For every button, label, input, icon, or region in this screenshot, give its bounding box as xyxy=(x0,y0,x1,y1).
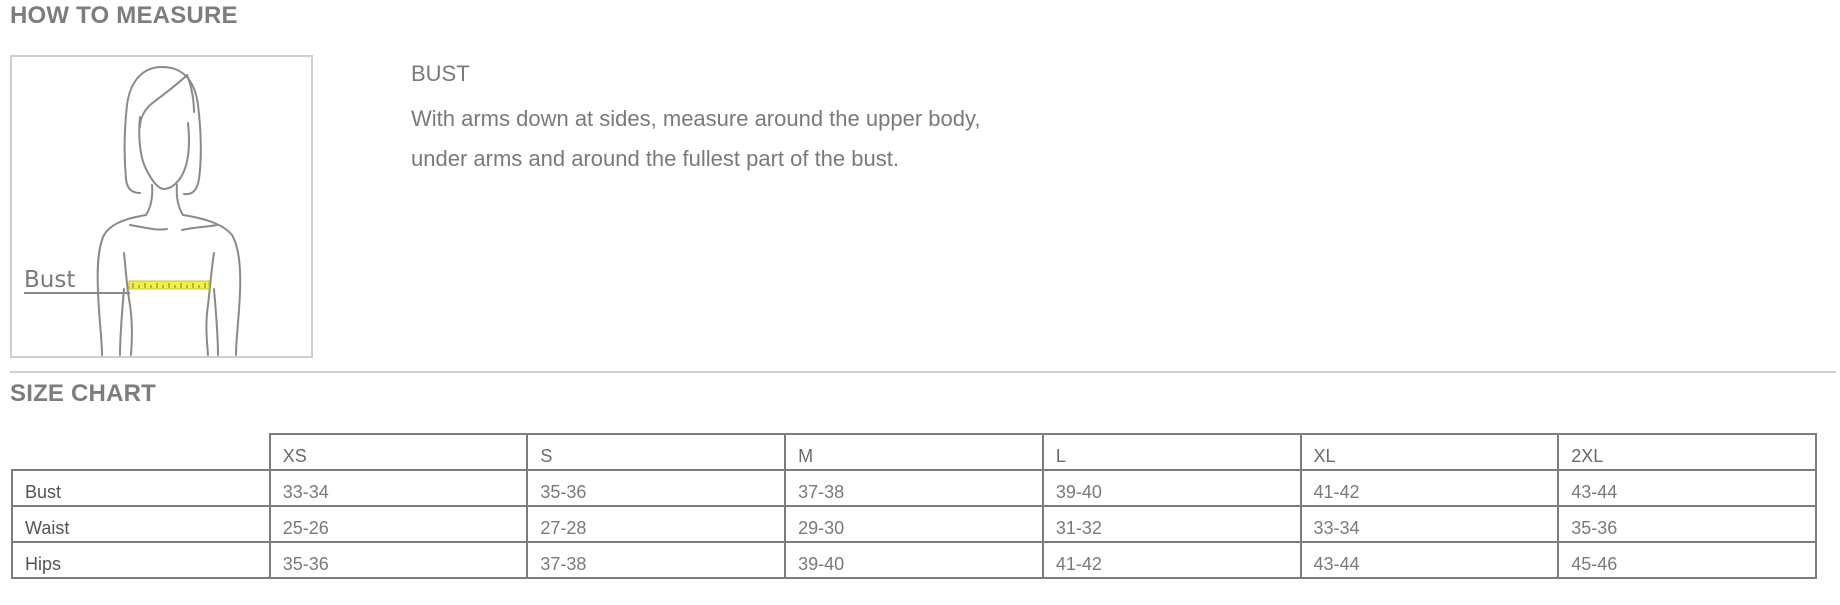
table-corner-cell xyxy=(12,434,271,471)
size-column-header: L xyxy=(1041,433,1302,471)
size-chart-heading: SIZE CHART xyxy=(10,380,156,407)
size-header-row: XS S M L XL 2XL xyxy=(12,433,1817,471)
table-cell: 37-38 xyxy=(784,469,1044,507)
measure-description-line-2: under arms and around the fullest part o… xyxy=(411,146,899,171)
size-column-header: M xyxy=(784,433,1044,471)
hair-outline xyxy=(123,66,163,194)
table-cell: 43-44 xyxy=(1299,541,1560,579)
measure-title: BUST xyxy=(411,61,470,86)
table-cell: 29-30 xyxy=(784,505,1044,543)
size-column-header: XS xyxy=(268,433,529,471)
section-divider xyxy=(10,371,1836,373)
table-cell: 33-34 xyxy=(1299,505,1560,543)
size-column-header: 2XL xyxy=(1557,433,1817,471)
measure-description-line-1: With arms down at sides, measure around … xyxy=(411,106,981,131)
table-cell: 31-32 xyxy=(1041,505,1302,543)
table-cell: 39-40 xyxy=(1041,469,1302,507)
measure-instructions: BUST With arms down at sides, measure ar… xyxy=(411,59,1111,179)
bust-measurement-illustration: Bust xyxy=(10,55,313,358)
table-cell: 35-36 xyxy=(1557,505,1817,543)
table-cell: 27-28 xyxy=(526,505,787,543)
table-cell: 37-38 xyxy=(526,541,787,579)
table-cell: 35-36 xyxy=(526,469,787,507)
table-row: Waist 25-26 27-28 29-30 31-32 33-34 35-3… xyxy=(11,505,1817,543)
table-cell: 45-46 xyxy=(1557,541,1817,579)
row-label: Hips xyxy=(11,541,271,579)
table-row: Bust 33-34 35-36 37-38 39-40 41-42 43-44 xyxy=(11,469,1817,507)
table-cell: 41-42 xyxy=(1299,469,1560,507)
bust-figure-label: Bust xyxy=(24,267,75,293)
table-cell: 35-36 xyxy=(268,541,529,579)
how-to-measure-heading: HOW TO MEASURE xyxy=(10,2,238,29)
table-cell: 43-44 xyxy=(1557,469,1817,507)
row-label: Bust xyxy=(11,469,271,507)
size-column-header: XL xyxy=(1299,433,1560,471)
table-cell: 39-40 xyxy=(784,541,1044,579)
table-cell: 25-26 xyxy=(268,505,529,543)
size-column-header: S xyxy=(526,433,787,471)
table-row: Hips 35-36 37-38 39-40 41-42 43-44 45-46 xyxy=(11,541,1817,579)
size-chart-table: XS S M L XL 2XL Bust 33-34 35-36 37-38 3… xyxy=(11,433,1817,579)
table-cell: 33-34 xyxy=(268,469,529,507)
row-label: Waist xyxy=(11,505,271,543)
table-cell: 41-42 xyxy=(1041,541,1302,579)
face-outline xyxy=(138,116,190,190)
